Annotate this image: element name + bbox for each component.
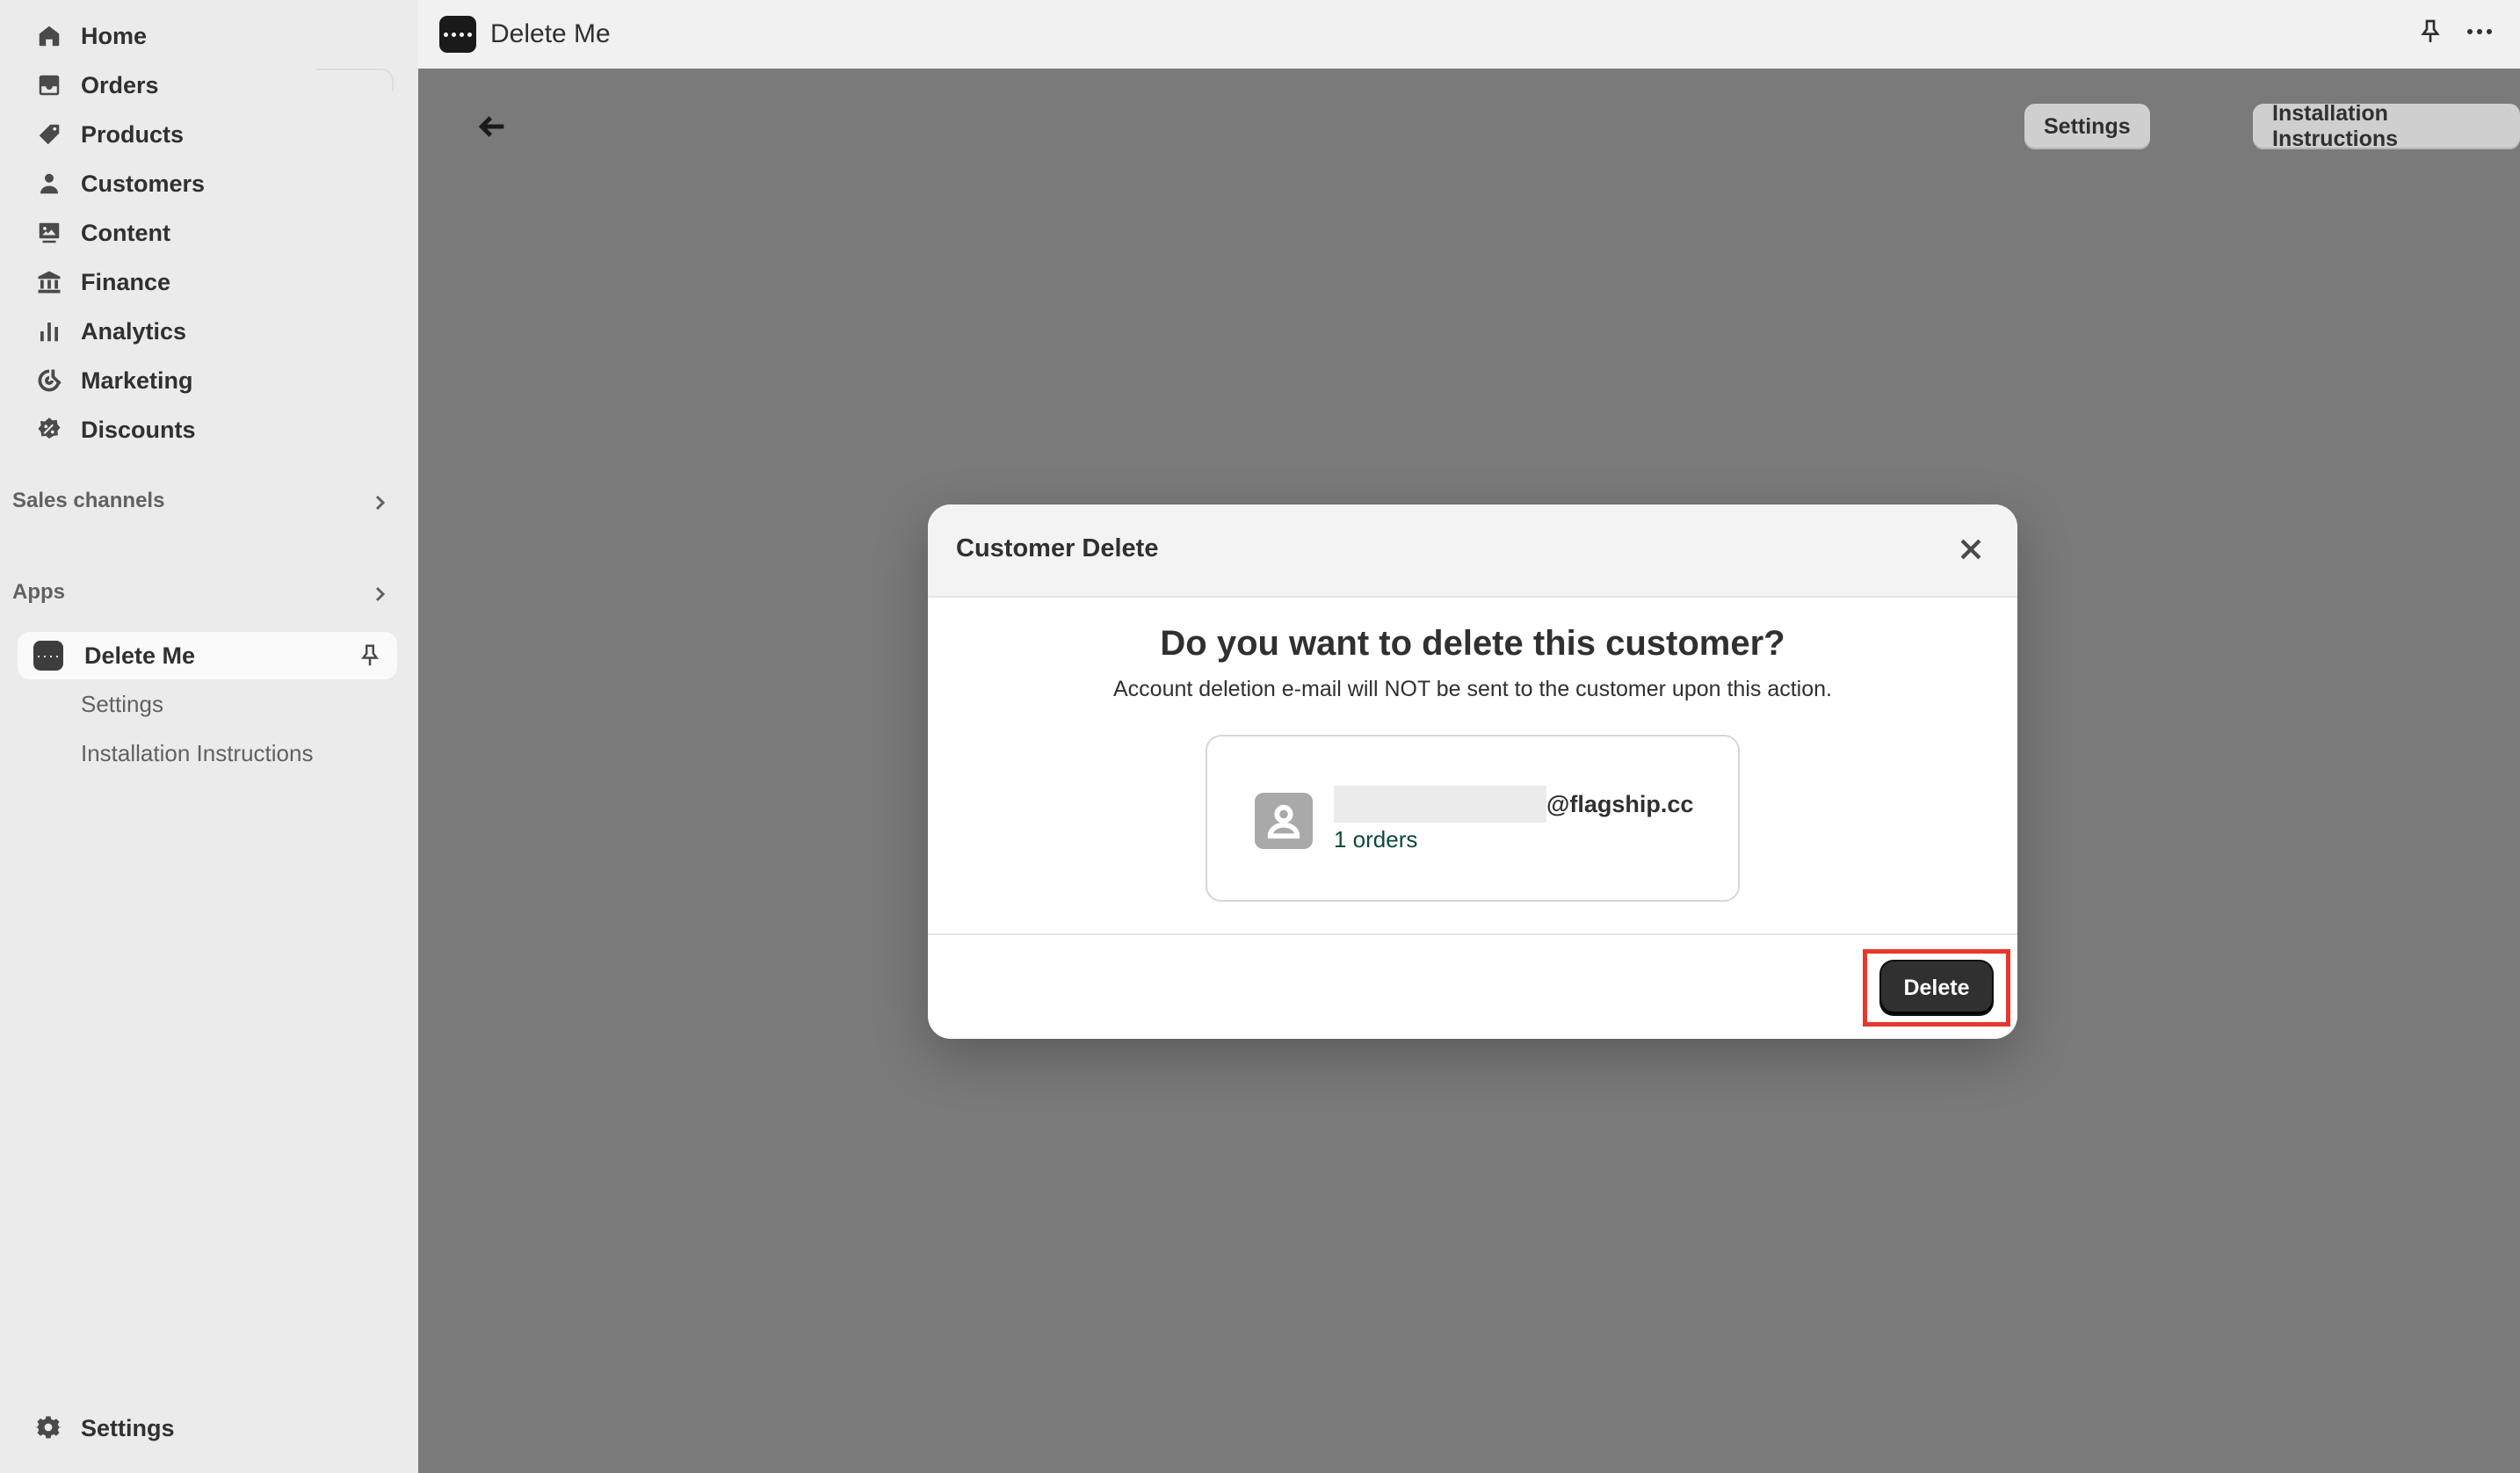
sidebar-item-home[interactable]: Home [12, 14, 397, 58]
chevron-right-icon[interactable] [369, 584, 390, 605]
redacted-email-user [1334, 786, 1546, 823]
home-icon [35, 22, 63, 50]
app-topbar: Delete Me [418, 0, 2520, 69]
modal-footer: Delete [928, 935, 2017, 1039]
confirm-question: Do you want to delete this customer? [1160, 624, 1785, 663]
bar-chart-icon [35, 317, 63, 345]
sidebar-item-content[interactable]: Content [12, 211, 397, 255]
tag-icon [35, 120, 63, 149]
sidebar-item-products[interactable]: Products [12, 112, 397, 156]
delete-button[interactable]: Delete [1881, 961, 1992, 1014]
chevron-right-icon[interactable] [369, 492, 390, 513]
sidebar-item-analytics[interactable]: Analytics [12, 309, 397, 353]
customer-card: @flagship.cc 1 orders [1206, 735, 1740, 902]
sidebar-item-marketing[interactable]: Marketing [12, 359, 397, 403]
sidebar-subitem-installation-instructions[interactable]: Installation Instructions [81, 740, 313, 767]
sidebar-item-label: Discounts [81, 416, 196, 443]
sidebar-item-label: Delete Me [84, 642, 196, 669]
more-options-icon[interactable] [2462, 18, 2497, 46]
discount-icon [35, 416, 63, 444]
sidebar-item-label: Content [81, 219, 170, 246]
sidebar-item-label: Marketing [81, 366, 193, 394]
apps-label[interactable]: Apps [12, 580, 65, 605]
sidebar-item-finance[interactable]: Finance [12, 260, 397, 304]
gear-icon [35, 1414, 63, 1442]
sidebar-subitem-settings[interactable]: Settings [81, 691, 163, 718]
avatar-icon [1255, 793, 1313, 849]
sidebar-item-settings[interactable]: Settings [12, 1406, 397, 1450]
app-icon: ···· [33, 641, 63, 671]
sidebar-item-delete-me[interactable]: ···· Delete Me [18, 632, 397, 679]
sidebar-item-label: Home [81, 22, 148, 49]
sidebar-item-label: Analytics [81, 317, 187, 345]
confirm-subtext: Account deletion e-mail will NOT be sent… [1112, 677, 1832, 701]
email-domain: @flagship.cc [1546, 790, 1694, 817]
app-icon [439, 16, 476, 53]
target-icon [35, 366, 63, 395]
sidebar-item-label: Customers [81, 170, 206, 197]
sidebar-item-customers[interactable]: Customers [12, 162, 397, 206]
image-icon [35, 219, 63, 247]
modal-body: Do you want to delete this customer? Acc… [928, 598, 2017, 935]
back-arrow-icon[interactable] [474, 109, 510, 144]
customer-email: @flagship.cc [1334, 786, 1693, 823]
sidebar-item-orders[interactable]: Orders [12, 63, 397, 107]
sidebar-item-label: Settings [81, 1414, 175, 1441]
sales-channels-label[interactable]: Sales channels [12, 489, 164, 513]
orders-icon [35, 71, 63, 99]
orders-link[interactable]: 1 orders [1334, 826, 1417, 853]
app-title: Delete Me [490, 19, 611, 48]
person-icon [35, 170, 63, 198]
settings-button[interactable]: Settings [2024, 104, 2150, 149]
close-icon[interactable] [1956, 534, 1986, 564]
sidebar: Home Orders Products Customers Content F… [0, 0, 418, 1473]
pin-icon[interactable] [2416, 18, 2444, 46]
sidebar-item-label: Products [81, 120, 185, 148]
installation-instructions-button[interactable]: Installation Instructions [2253, 101, 2520, 151]
sidebar-item-label: Finance [81, 268, 171, 295]
sidebar-item-label: Orders [81, 71, 159, 98]
customer-delete-modal: Customer Delete Do you want to delete th… [928, 504, 2017, 1039]
modal-title: Customer Delete [956, 534, 1159, 562]
pin-icon[interactable] [357, 642, 383, 669]
sidebar-item-discounts[interactable]: Discounts [12, 408, 397, 452]
bank-icon [35, 268, 63, 296]
modal-header: Customer Delete [928, 504, 2017, 598]
